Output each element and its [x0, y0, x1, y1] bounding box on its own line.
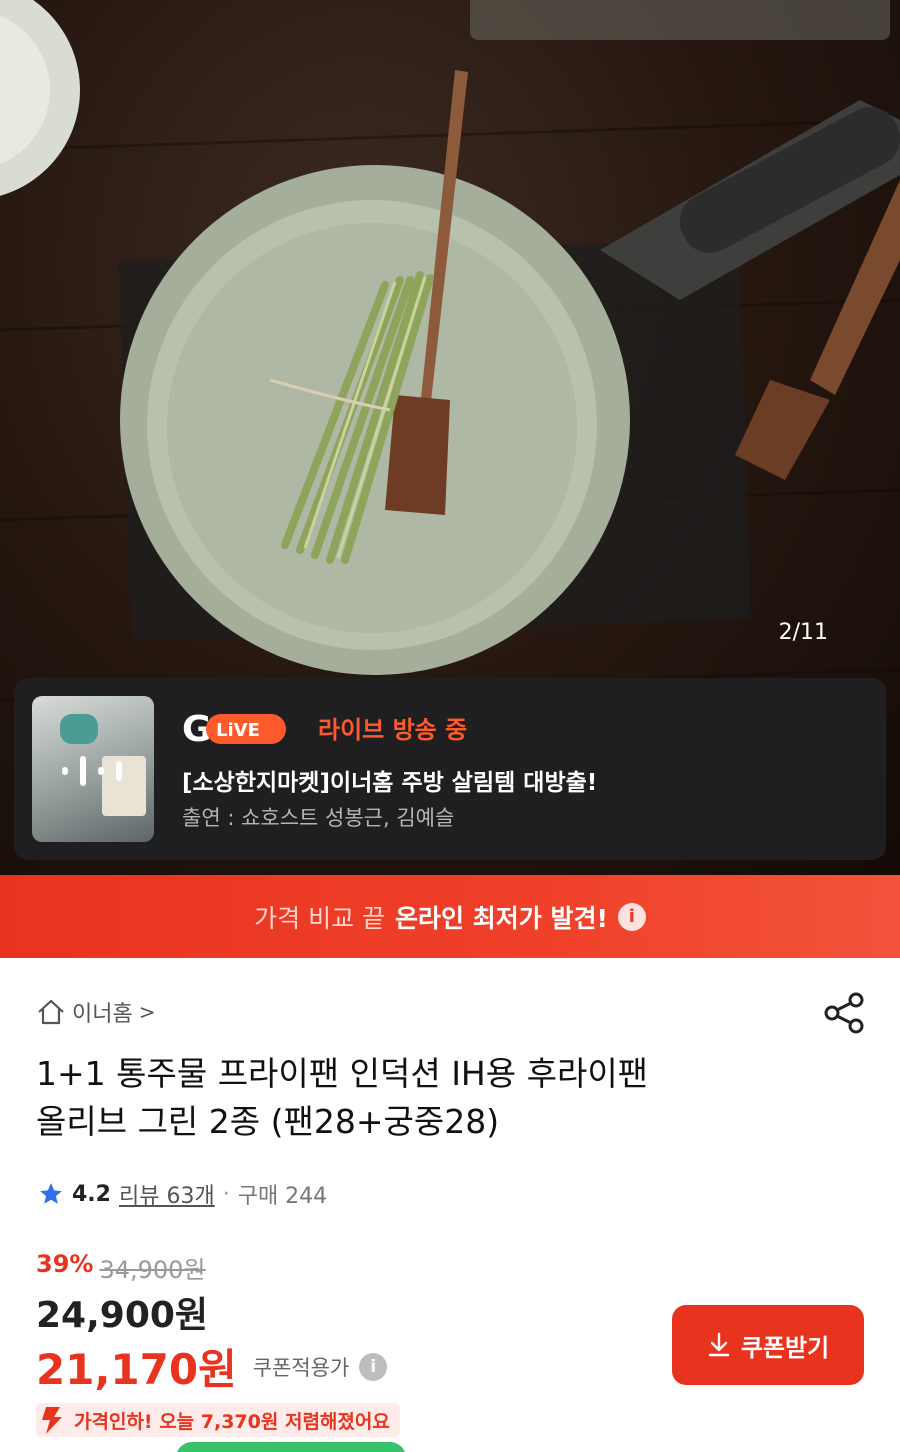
product-title-line2: 올리브 그린 2종 (팬28+궁중28) — [36, 1102, 500, 1141]
download-icon — [708, 1332, 730, 1357]
discount-row: 39% 34,900원 — [36, 1250, 206, 1285]
home-icon — [38, 999, 64, 1025]
green-tab-peek[interactable] — [176, 1442, 406, 1452]
rating-score: 4.2 — [72, 1181, 111, 1207]
star-icon — [40, 1183, 62, 1204]
coupon-price-label: 쿠폰적용가 — [252, 1355, 350, 1380]
chevron-right-icon: > — [138, 1000, 156, 1024]
promo-strong-text: 온라인 최저가 발견! — [395, 903, 608, 933]
coupon-price: 21,170원 — [36, 1345, 237, 1394]
purchase-count: 구매 244 — [237, 1184, 328, 1209]
price-drop-notice: 가격인하! 오늘 7,370원 저렴해졌어요 — [36, 1403, 400, 1437]
lowest-price-banner[interactable]: 가격 비교 끝 온라인 최저가 발견! i — [0, 875, 900, 958]
reviews-link[interactable]: 리뷰 63개 — [119, 1178, 215, 1210]
original-price: 34,900원 — [99, 1256, 206, 1284]
coupon-price-row: 21,170원 쿠폰적용가 i — [36, 1336, 388, 1397]
share-icon[interactable] — [822, 990, 868, 1036]
store-link[interactable]: 이너홈 > — [36, 996, 156, 1028]
gallery-page-indicator: 2/11 — [778, 620, 828, 645]
down-arrow-icon — [42, 1407, 62, 1434]
info-icon[interactable]: i — [617, 902, 646, 931]
store-name: 이너홈 — [72, 1002, 133, 1027]
product-title: 1+1 통주물 프라이팬 인덕션 IH용 후라이팬 올리브 그린 2종 (팬28… — [36, 1050, 836, 1146]
separator-dot: · — [222, 1181, 230, 1207]
live-thumbnail — [32, 696, 154, 842]
rating-row: 4.2 리뷰 63개 · 구매 244 — [38, 1178, 327, 1210]
discount-percent: 39% — [36, 1250, 94, 1278]
promo-light-text: 가격 비교 끝 — [254, 903, 386, 933]
audio-wave-icon — [62, 756, 122, 786]
live-broadcast-banner[interactable]: G LiVE 라이브 방송 중 [소상한지마켓]이너홈 주방 살림템 대방출! … — [14, 678, 886, 860]
coupon-info-icon[interactable]: i — [359, 1352, 388, 1381]
price-drop-text: 가격인하! 오늘 7,370원 저렴해졌어요 — [74, 1410, 390, 1433]
get-coupon-label: 쿠폰받기 — [740, 1333, 830, 1362]
g-live-logo: G LiVE — [182, 709, 286, 748]
sale-price: 24,900원 — [36, 1295, 209, 1336]
get-coupon-button[interactable]: 쿠폰받기 — [672, 1305, 864, 1385]
live-cast: 출연 : 쇼호스트 성봉근, 김예슬 — [182, 806, 455, 830]
svg-text:LiVE: LiVE — [216, 720, 260, 741]
live-title: [소상한지마켓]이너홈 주방 살림템 대방출! — [182, 770, 598, 796]
product-title-line1: 1+1 통주물 프라이팬 인덕션 IH용 후라이팬 — [36, 1054, 649, 1093]
live-status: 라이브 방송 중 — [318, 716, 468, 744]
